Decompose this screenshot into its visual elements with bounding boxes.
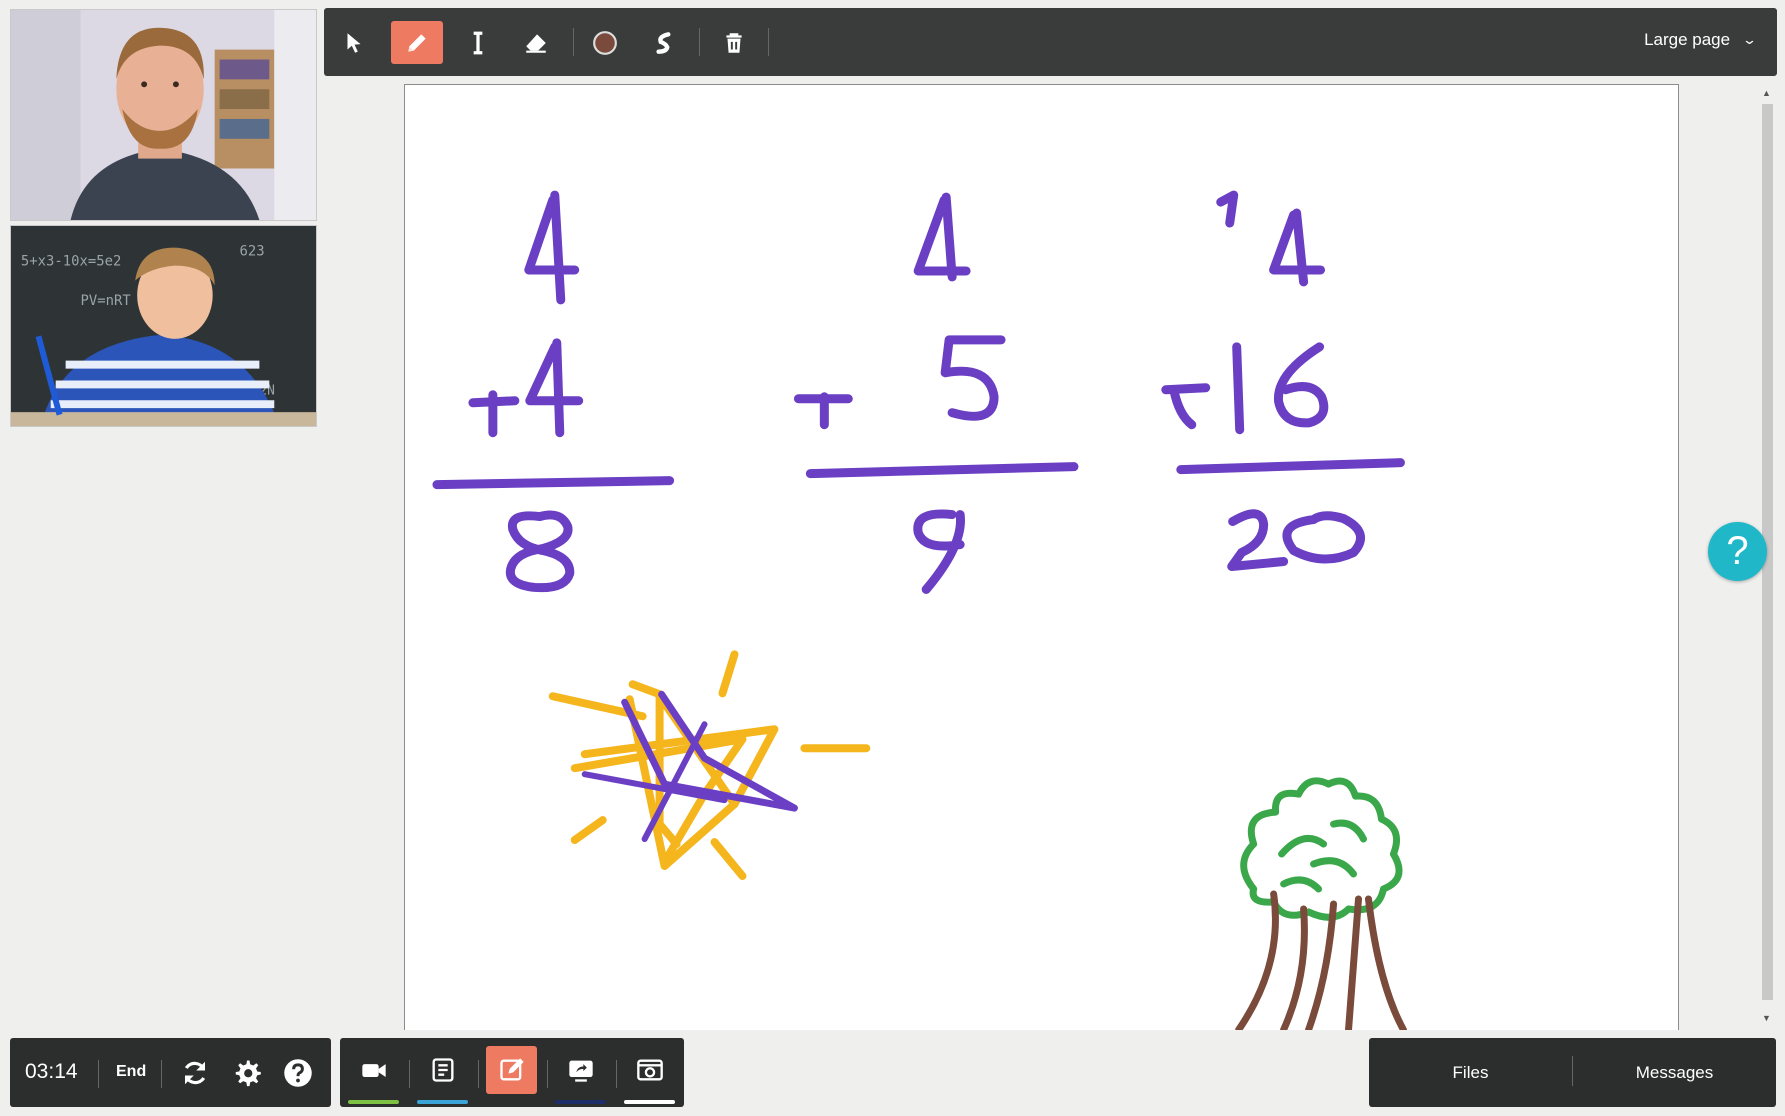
mode-snapshot-indicator [624, 1100, 675, 1104]
notes-icon [432, 1058, 453, 1082]
snapshot-camera-icon [636, 1059, 663, 1081]
refresh-icon [184, 1061, 206, 1085]
whiteboard-drawing [432, 190, 1407, 1030]
text-cursor-icon [473, 31, 483, 54]
math-ink [432, 190, 1405, 594]
problem-3 [1161, 190, 1405, 571]
whiteboard-toolbar: Large page ⌄ [324, 8, 1777, 76]
select-tool-button[interactable] [328, 21, 380, 64]
clear-board-button[interactable] [708, 21, 760, 64]
bar-divider [409, 1060, 410, 1088]
page-size-dropdown[interactable]: Large page ⌄ [1644, 30, 1758, 50]
cursor-icon [347, 32, 361, 53]
color-swatch-icon [593, 30, 617, 55]
eraser-tool-button[interactable] [510, 21, 562, 64]
scroll-down-icon[interactable]: ▼ [1762, 1013, 1771, 1023]
mode-whiteboard-button[interactable] [486, 1046, 537, 1094]
problem-1 [432, 190, 675, 593]
help-button[interactable] [281, 1056, 315, 1090]
session-timer: 03:14 [25, 1060, 78, 1083]
mode-screen-share-indicator [555, 1100, 606, 1104]
screen-share-icon [568, 1060, 593, 1082]
problem-2 [793, 192, 1079, 594]
mode-screen-share-button[interactable] [555, 1046, 606, 1094]
whiteboard-pen-icon [499, 1058, 524, 1081]
mode-video-button[interactable] [348, 1046, 399, 1094]
side-panel-bar: Files Messages [1369, 1038, 1776, 1107]
svg-text:PV=nRT: PV=nRT [81, 293, 132, 309]
stroke-width-icon [656, 31, 671, 54]
bar-divider [547, 1060, 548, 1088]
line-width-button[interactable] [638, 21, 690, 64]
whiteboard-canvas[interactable] [404, 84, 1679, 1030]
tree-leaves-drawing [1240, 777, 1403, 921]
mode-snapshot-button[interactable] [624, 1046, 675, 1094]
help-fab-button[interactable]: ? [1708, 522, 1767, 581]
bar-divider [98, 1060, 99, 1088]
svg-text:5+x3-10x=5e2: 5+x3-10x=5e2 [21, 254, 121, 270]
files-tab[interactable]: Files [1369, 1038, 1572, 1107]
text-tool-button[interactable] [452, 21, 504, 64]
mode-notes-indicator [417, 1100, 468, 1104]
toolbar-divider [699, 28, 700, 56]
mode-video-indicator [348, 1100, 399, 1104]
settings-button[interactable] [230, 1056, 264, 1090]
end-session-button[interactable]: End [116, 1063, 146, 1081]
session-controls-bar: 03:14 End [10, 1038, 331, 1107]
pen-tool-button[interactable] [391, 21, 443, 64]
help-question-icon: ? [1726, 529, 1749, 573]
refresh-button[interactable] [178, 1056, 212, 1090]
gear-icon [235, 1060, 261, 1087]
mode-switch-bar [340, 1038, 684, 1107]
tutor-video [10, 9, 317, 221]
scroll-up-icon[interactable]: ▲ [1762, 88, 1771, 98]
trash-icon [726, 32, 742, 53]
bar-divider [616, 1060, 617, 1088]
bar-divider [161, 1060, 162, 1088]
sun-drawing [548, 650, 871, 880]
toolbar-divider [573, 28, 574, 56]
student-video: 5+x3-10x=5e2 PV=nRT 623 2N [10, 225, 317, 427]
video-camera-icon [361, 1064, 386, 1077]
mode-notes-button[interactable] [417, 1046, 468, 1094]
page-size-label: Large page [1644, 30, 1731, 49]
chevron-down-icon: ⌄ [1741, 32, 1758, 47]
messages-tab[interactable]: Messages [1573, 1038, 1776, 1107]
eraser-icon [526, 33, 546, 53]
toolbar-divider [768, 28, 769, 56]
color-picker-button[interactable] [579, 21, 631, 64]
svg-text:623: 623 [240, 244, 265, 260]
pencil-icon [408, 33, 426, 52]
bar-divider [478, 1060, 479, 1088]
question-circle-icon [284, 1059, 312, 1087]
